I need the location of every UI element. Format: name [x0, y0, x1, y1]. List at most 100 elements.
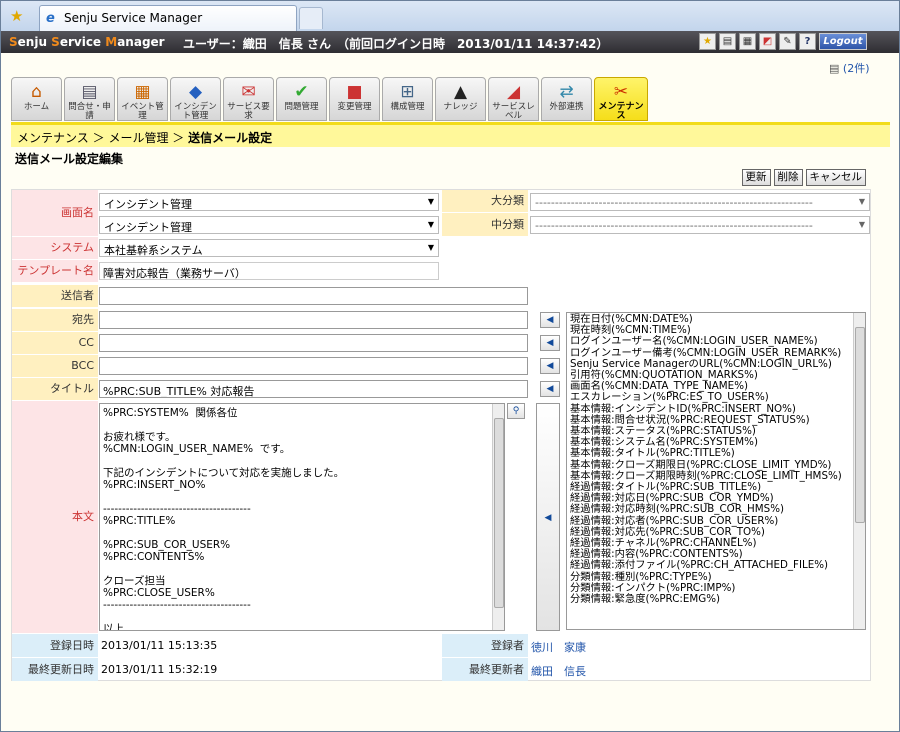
- breadcrumb: メンテナンス ＞ メール管理 ＞ 送信メール設定: [11, 125, 890, 147]
- variable-list-item[interactable]: 経過情報:対応時刻(%PRC:SUB_COR_HMS%): [567, 504, 865, 515]
- minor-category-label: 中分類: [442, 213, 528, 236]
- report-icon[interactable]: ◩: [759, 33, 776, 50]
- delete-button[interactable]: 削除: [773, 169, 803, 186]
- page-title: 送信メール設定編集: [11, 147, 890, 167]
- tools-icon: ✂: [613, 82, 629, 102]
- body-textarea[interactable]: %PRC:SYSTEM% 関係各位 お疲れ様です。 %CMN:LOGIN_USE…: [99, 403, 505, 631]
- dropdown-arrow-icon: ▼: [427, 197, 434, 206]
- nav-configuration[interactable]: ⊞ 構成管理: [382, 77, 433, 121]
- network-icon: ⊞: [400, 82, 415, 102]
- system-select[interactable]: 本社基幹系システム ▼: [99, 239, 439, 257]
- updated-date-label: 最終更新日時: [12, 658, 98, 681]
- insert-to-button[interactable]: ◀: [540, 312, 560, 328]
- list-icon[interactable]: ▤: [719, 33, 736, 50]
- mail-settings-form: 画面名 インシデント管理 ▼ インシデント管理 ▼ 大分類 ------------…: [11, 189, 871, 681]
- app-header: Senju Service Manager ユーザー：織田 信長 さん （前回ロ…: [1, 31, 899, 53]
- updated-by-label: 最終更新者: [442, 658, 528, 681]
- bcc-input[interactable]: [99, 357, 528, 375]
- updated-by-value[interactable]: 織田 信長: [531, 663, 586, 679]
- to-label: 宛先: [12, 309, 98, 331]
- registered-by-value[interactable]: 徳川 家康: [531, 639, 586, 655]
- app-logo: Senju Service Manager: [9, 35, 165, 49]
- registered-date-label: 登録日時: [12, 634, 98, 657]
- calendar-icon: ▦: [134, 82, 151, 102]
- body-label: 本文: [12, 401, 98, 633]
- cancel-button[interactable]: キャンセル: [805, 169, 866, 186]
- nav-incident[interactable]: ◆ インシデント管理: [170, 77, 221, 121]
- nav-service-level[interactable]: ◢ サービスレベル: [488, 77, 539, 121]
- variable-list-item[interactable]: エスカレーション(%PRC:ES_TO_USER%): [567, 392, 865, 403]
- nav-inquiry[interactable]: ▤ 問合せ・申請: [64, 77, 115, 121]
- registered-date-value: 2013/01/11 15:13:35: [101, 639, 218, 652]
- title-label: タイトル: [12, 378, 98, 400]
- major-category-select[interactable]: ----------------------------------------…: [530, 193, 870, 211]
- car-icon: ◆: [188, 82, 203, 102]
- tools-icon[interactable]: ✎: [779, 33, 796, 50]
- update-button[interactable]: 更新: [741, 169, 771, 186]
- logout-button[interactable]: Logout: [819, 33, 867, 50]
- insert-bcc-button[interactable]: ◀: [540, 358, 560, 374]
- favorite-star-icon[interactable]: ★: [699, 33, 716, 50]
- variable-list-item[interactable]: 分類情報:緊急度(%PRC:EMG%): [567, 593, 865, 605]
- nav-external[interactable]: ⇄ 外部連携: [541, 77, 592, 121]
- dropdown-arrow-icon: ▼: [427, 243, 434, 252]
- browser-tab-bar: ★ e Senju Service Manager: [1, 1, 899, 31]
- variable-list-item[interactable]: 経過情報:添付ファイル(%PRC:CH_ATTACHED_FILE%): [567, 560, 865, 571]
- title-input[interactable]: %PRC:SUB_TITLE% 対応報告: [99, 380, 528, 398]
- dropdown-arrow-icon: ▼: [858, 197, 865, 206]
- variable-list-item[interactable]: ログインユーザー名(%CMN:LOGIN_USER_NAME%): [567, 336, 865, 347]
- search-icon[interactable]: ⚲: [507, 403, 525, 419]
- notification-count[interactable]: ▤ (2件): [829, 60, 870, 76]
- document-icon: ▤: [829, 62, 840, 75]
- body-scrollbar[interactable]: [492, 404, 504, 630]
- nav-problem[interactable]: ✔ 問題管理: [276, 77, 327, 121]
- to-input[interactable]: [99, 311, 528, 329]
- breadcrumb-current: 送信メール設定: [188, 131, 273, 145]
- template-name-label: テンプレート名: [12, 260, 98, 282]
- breadcrumb-maintenance[interactable]: メンテナンス: [17, 131, 89, 145]
- dropdown-arrow-icon: ▼: [427, 220, 434, 229]
- nav-home[interactable]: ⌂ ホーム: [11, 77, 62, 121]
- screen-name-select-1[interactable]: インシデント管理 ▼: [99, 193, 439, 211]
- action-buttons: 更新 削除 キャンセル: [741, 169, 866, 186]
- browser-tab-title: Senju Service Manager: [64, 11, 203, 25]
- system-label: システム: [12, 237, 98, 259]
- variable-list-item[interactable]: 基本情報:タイトル(%PRC:TITLE%): [567, 448, 865, 459]
- check-icon: ✔: [294, 82, 309, 102]
- nav-event[interactable]: ▦ イベント管理: [117, 77, 168, 121]
- nav-service-request[interactable]: ✉ サービス要求: [223, 77, 274, 121]
- cc-input[interactable]: [99, 334, 528, 352]
- breadcrumb-mail[interactable]: メール管理: [108, 131, 168, 145]
- header-toolbar: ★ ▤ ▦ ◩ ✎ ? Logout: [699, 33, 867, 50]
- cube-icon: ■: [346, 82, 363, 102]
- graduation-cap-icon: ▲: [453, 82, 468, 102]
- template-name-input[interactable]: 障害対応報告（業務サーバ）: [99, 262, 439, 280]
- nav-maintenance[interactable]: ✂ メンテナンス: [594, 77, 648, 121]
- calendar-icon[interactable]: ▦: [739, 33, 756, 50]
- help-icon[interactable]: ?: [799, 33, 816, 50]
- sender-input[interactable]: [99, 287, 528, 305]
- insert-title-button[interactable]: ◀: [540, 381, 560, 397]
- request-icon: ✉: [241, 82, 256, 102]
- clipboard-icon: ▤: [81, 82, 98, 102]
- insert-cc-button[interactable]: ◀: [540, 335, 560, 351]
- nav-change[interactable]: ■ 変更管理: [329, 77, 380, 121]
- nav-knowledge[interactable]: ▲ ナレッジ: [435, 77, 486, 121]
- screen-name-label: 画面名: [12, 190, 98, 236]
- new-tab-button[interactable]: [299, 7, 323, 29]
- ie-icon: e: [46, 11, 55, 26]
- insert-body-button[interactable]: ◀: [536, 403, 560, 631]
- browser-tab[interactable]: e Senju Service Manager: [39, 5, 297, 31]
- home-icon: ⌂: [31, 82, 42, 102]
- major-category-label: 大分類: [442, 190, 528, 212]
- sender-label: 送信者: [12, 285, 98, 307]
- variable-list[interactable]: 現在日付(%CMN:DATE%) 現在時刻(%CMN:TIME%) ログインユーザー…: [566, 312, 866, 630]
- registered-by-label: 登録者: [442, 634, 528, 657]
- screen-name-select-2[interactable]: インシデント管理 ▼: [99, 216, 439, 234]
- bcc-label: BCC: [12, 355, 98, 377]
- variable-list-scrollbar[interactable]: [853, 313, 865, 629]
- favorites-star-icon[interactable]: ★: [10, 7, 23, 25]
- user-info: ユーザー：織田 信長 さん （前回ログイン日時 2013/01/11 14:37…: [183, 37, 609, 51]
- dropdown-arrow-icon: ▼: [858, 220, 865, 229]
- minor-category-select[interactable]: ----------------------------------------…: [530, 216, 870, 234]
